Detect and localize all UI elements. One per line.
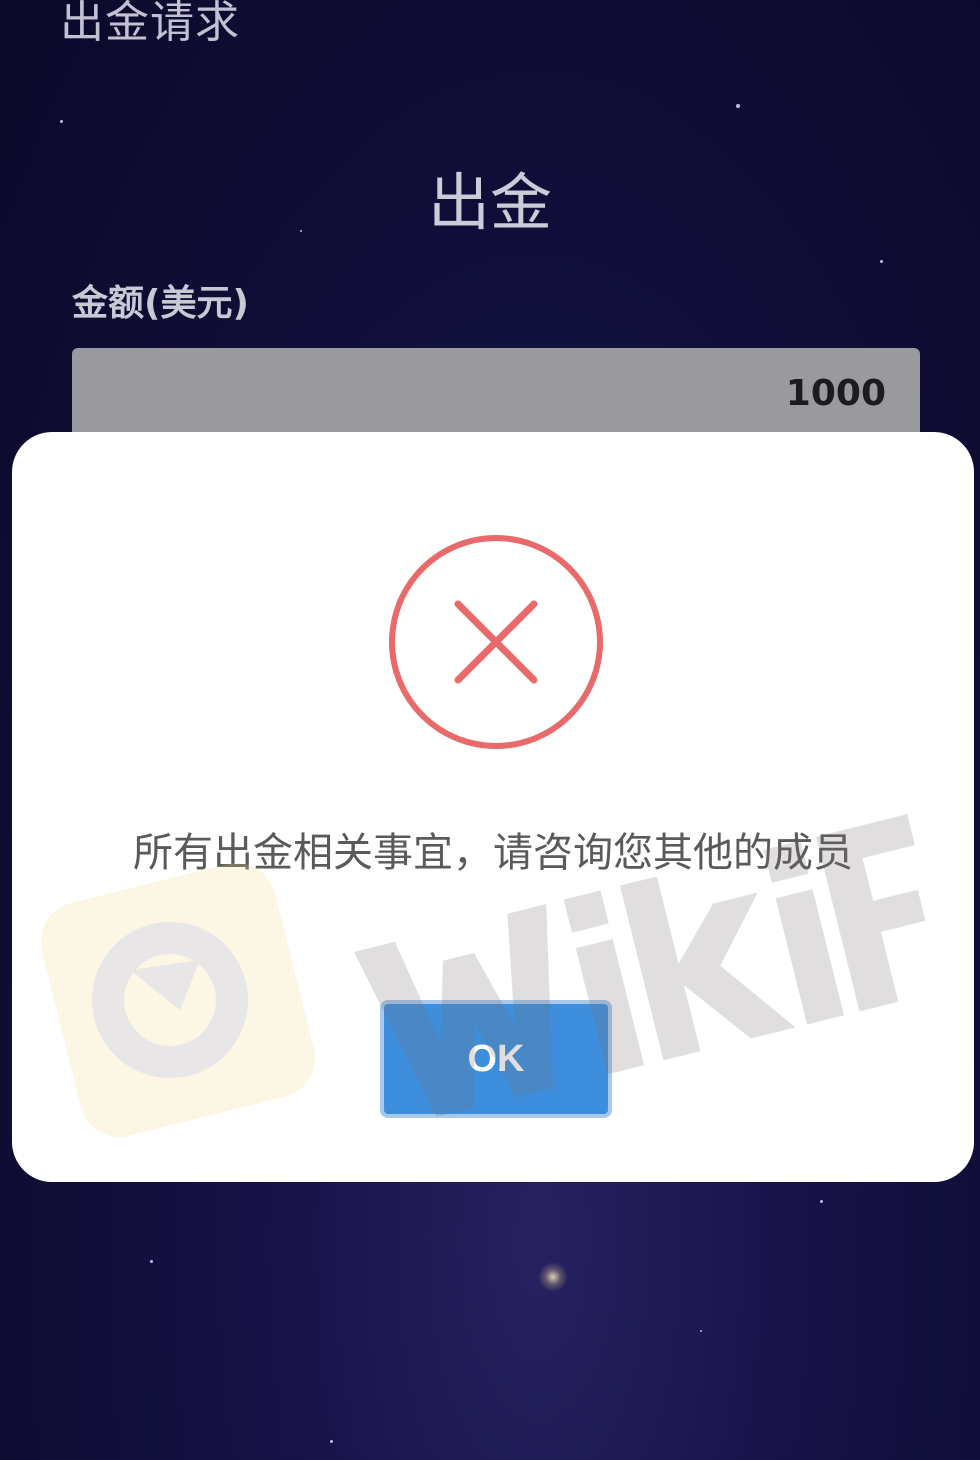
ok-button[interactable]: OK — [380, 1000, 612, 1118]
error-dialog: 所有出金相关事宜，请咨询您其他的成员 OK — [12, 432, 974, 1182]
error-x-circle-icon — [389, 535, 603, 749]
dialog-message: 所有出金相关事宜，请咨询您其他的成员 — [133, 830, 853, 876]
